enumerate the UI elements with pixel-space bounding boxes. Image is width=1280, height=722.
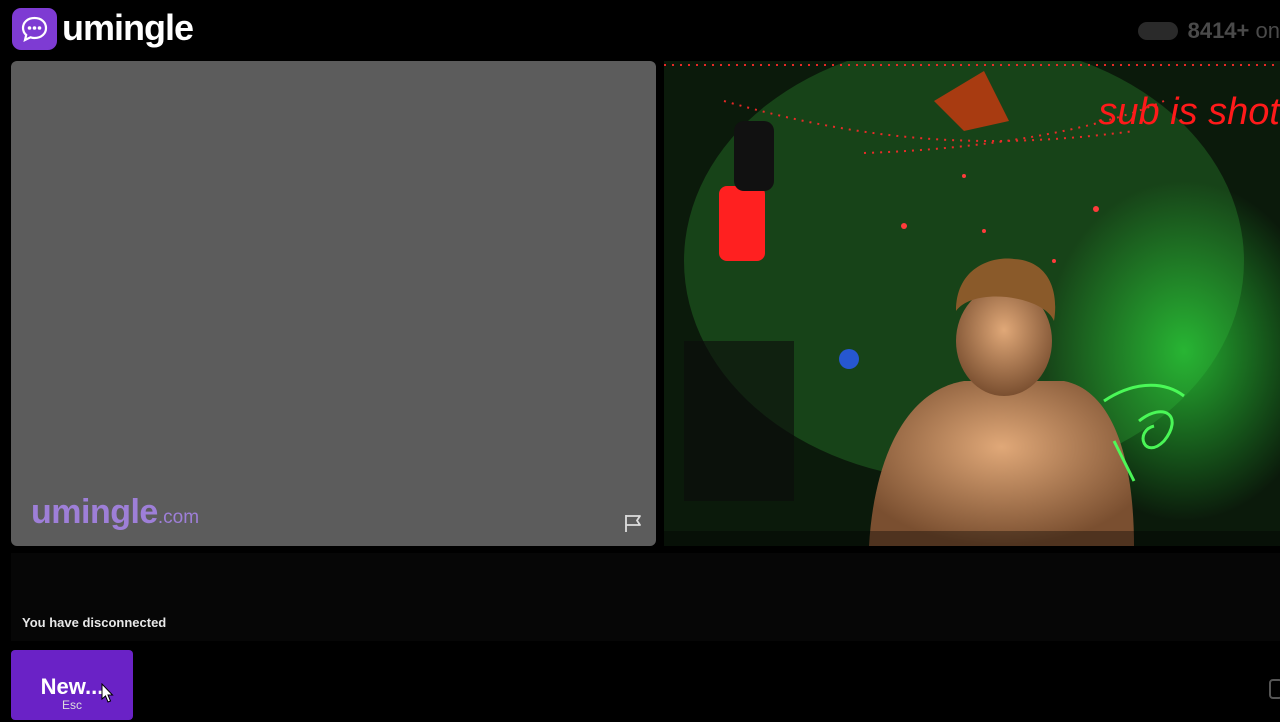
- chat-bubble-icon: [21, 16, 48, 42]
- new-chat-shortcut: Esc: [61, 698, 82, 712]
- stream-overlay-text: sub is shot: [1098, 91, 1280, 133]
- logo-icon[interactable]: [12, 8, 57, 50]
- logo-text[interactable]: umingle: [62, 7, 194, 49]
- mouse-cursor-icon: [100, 682, 114, 708]
- chat-log: [11, 553, 1280, 641]
- flag-icon[interactable]: [622, 513, 644, 533]
- online-count-suffix: on: [1255, 18, 1280, 43]
- new-chat-button[interactable]: New... Esc: [11, 650, 133, 720]
- online-count-number: 8414+: [1187, 18, 1250, 43]
- message-input[interactable]: [140, 650, 1264, 722]
- watermark-brand: umingle: [31, 493, 158, 531]
- site-watermark: umingle.com: [31, 493, 199, 532]
- send-icon[interactable]: [1268, 678, 1280, 700]
- watermark-domain: .com: [157, 507, 200, 528]
- new-chat-label: New...: [40, 674, 104, 699]
- header: umingle 8414+ on: [0, 0, 1280, 60]
- online-toggle[interactable]: [1137, 22, 1178, 40]
- stranger-video-panel: sub is shot: [664, 61, 1280, 546]
- self-video-panel: umingle.com: [11, 61, 656, 546]
- online-indicator: 8414+ on: [1137, 16, 1280, 46]
- status-message: You have disconnected: [22, 615, 167, 630]
- online-count: 8414+ on: [1188, 18, 1280, 44]
